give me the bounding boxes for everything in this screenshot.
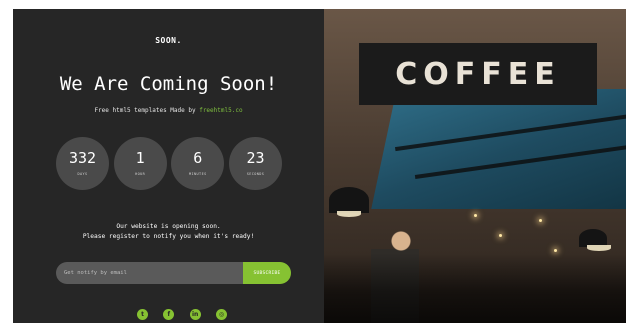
coffee-sign: COFFEE xyxy=(359,43,597,105)
countdown: 332 DAYS 1 HOUR 6 MINUTES 23 SECONDS xyxy=(56,137,282,193)
light-bulb xyxy=(539,219,542,222)
hero-image: COFFEE xyxy=(324,9,626,323)
message-line: Our website is opening soon. xyxy=(116,223,221,230)
linkedin-icon[interactable]: in xyxy=(189,309,201,320)
countdown-seconds: 23 SECONDS xyxy=(228,137,282,190)
brand-logo[interactable]: SOON. xyxy=(13,36,324,45)
social-links: t f in ◎ xyxy=(137,309,227,320)
credit-link[interactable]: freehtml5.co xyxy=(199,107,242,114)
light-bulb xyxy=(474,214,477,217)
countdown-label: SECONDS xyxy=(246,172,265,176)
opening-message: Our website is opening soon. Please regi… xyxy=(13,222,324,242)
light-bulb xyxy=(554,249,557,252)
pendant-lamp xyxy=(329,187,369,217)
subtitle: Free html5 templates Made by freehtml5.c… xyxy=(13,107,324,114)
countdown-label: DAYS xyxy=(77,172,88,176)
subscribe-form: SUBSCRIBE xyxy=(56,262,291,284)
subscribe-button[interactable]: SUBSCRIBE xyxy=(243,262,291,284)
countdown-value: 332 xyxy=(68,149,97,167)
email-input[interactable] xyxy=(56,262,243,284)
countdown-value: 23 xyxy=(246,149,265,167)
coming-soon-page: SOON. We Are Coming Soon! Free html5 tem… xyxy=(13,9,626,323)
facebook-icon[interactable]: f xyxy=(163,309,175,320)
page-title: We Are Coming Soon! xyxy=(59,73,278,95)
pendant-lamp xyxy=(579,229,611,251)
countdown-label: MINUTES xyxy=(189,172,207,176)
countdown-value: 1 xyxy=(135,149,145,167)
dribbble-icon[interactable]: ◎ xyxy=(215,309,227,320)
light-bulb xyxy=(499,234,502,237)
subtitle-text: Free html5 templates Made by xyxy=(94,107,200,114)
cafe-floor xyxy=(324,253,626,323)
countdown-minutes: 6 MINUTES xyxy=(171,137,225,190)
countdown-label: HOUR xyxy=(135,172,146,176)
twitter-icon[interactable]: t xyxy=(137,309,148,320)
countdown-value: 6 xyxy=(193,149,203,167)
countdown-days: 332 DAYS xyxy=(56,137,109,190)
left-panel: SOON. We Are Coming Soon! Free html5 tem… xyxy=(13,9,324,323)
countdown-hours: 1 HOUR xyxy=(113,137,167,190)
message-line: Please register to notify you when it's … xyxy=(82,233,255,240)
